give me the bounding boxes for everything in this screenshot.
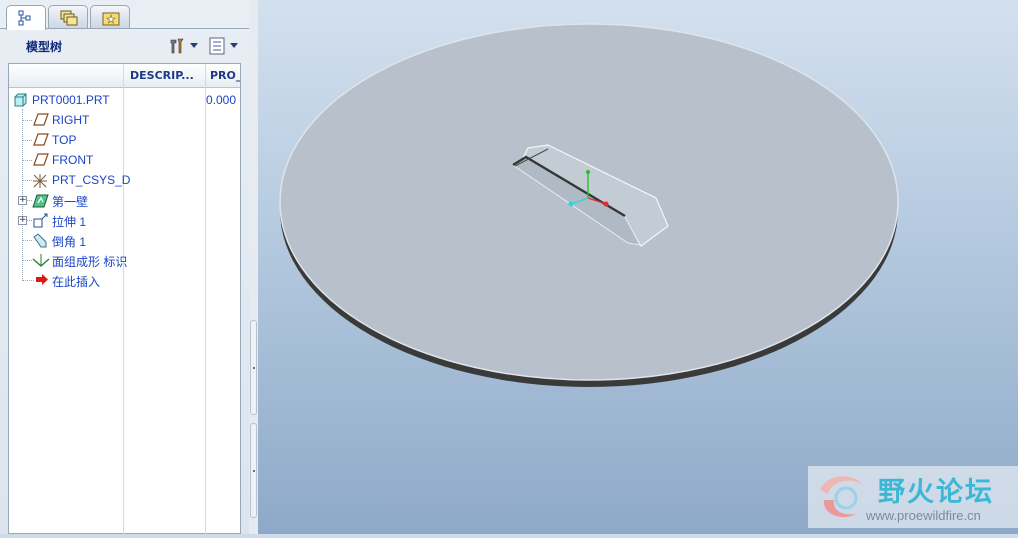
splitter-grip[interactable] — [250, 320, 257, 415]
tree-item-insert-here[interactable]: 在此插入 — [9, 270, 240, 290]
tree-item-label: 倒角 1 — [52, 235, 87, 249]
tree-connector — [22, 260, 32, 261]
model-tree-icon — [18, 10, 31, 26]
tree-item-csys[interactable]: PRT_CSYS_D — [9, 170, 240, 190]
tree-item-right[interactable]: RIGHT — [9, 110, 240, 130]
datum-plane-icon — [33, 153, 49, 166]
csys-z-dot — [568, 201, 574, 207]
datum-plane-icon — [33, 133, 49, 146]
insert-here-arrow-icon — [36, 274, 48, 285]
tree-item-front[interactable]: FRONT — [9, 150, 240, 170]
tab-layers[interactable] — [48, 5, 88, 28]
tree-item-quilt-form[interactable]: 面组成形 标识 — [9, 250, 240, 270]
csys-y-dot — [586, 170, 590, 174]
chevron-down-icon — [230, 43, 238, 48]
layers-icon — [60, 10, 78, 26]
tree-item-label: RIGHT — [52, 113, 90, 127]
tree-connector — [22, 140, 32, 141]
tree-connector — [22, 240, 32, 241]
datum-plane-icon — [33, 113, 49, 126]
tree-item-first-wall[interactable]: + 第一壁 — [9, 190, 240, 210]
watermark: 野火论坛 www.proewildfire.cn — [808, 466, 1018, 528]
tree-item-part[interactable]: PRT0001.PRT 0.000 — [9, 90, 240, 110]
csys-x-dot — [603, 201, 609, 207]
quilt-form-icon — [32, 254, 50, 267]
tree-item-label: PRT_CSYS_D — [52, 173, 131, 187]
model-tree: DESCRIP... PRO_ PRT0001.PRT 0.000 RIGHT — [8, 63, 241, 535]
tab-model-tree[interactable] — [6, 5, 46, 30]
navigator-tabs — [6, 5, 246, 30]
panel-splitter[interactable] — [249, 0, 258, 534]
expand-toggle[interactable]: + — [18, 216, 27, 225]
expand-toggle[interactable]: + — [18, 196, 27, 205]
csys-icon — [33, 174, 47, 188]
tree-filter-button[interactable] — [208, 37, 240, 55]
chevron-down-icon — [190, 43, 198, 48]
tree-item-value: 0.000 — [205, 93, 236, 107]
tab-favorites[interactable] — [90, 5, 130, 28]
model-tree-title: 模型树 — [26, 40, 63, 54]
first-wall-icon — [32, 194, 49, 208]
tree-item-label: 第一壁 — [52, 195, 89, 209]
navigator-panel: 模型树 DESCRIP... PRO_ PRT0001.PRT 0.000 RI… — [0, 0, 258, 535]
tree-item-label: TOP — [52, 133, 77, 147]
graphics-viewport[interactable] — [258, 0, 1018, 534]
part-icon — [14, 93, 27, 107]
tree-connector — [22, 120, 32, 121]
tree-item-chamfer[interactable]: 倒角 1 — [9, 230, 240, 250]
settings-tools-icon — [170, 38, 184, 54]
watermark-title: 野火论坛 — [878, 477, 994, 508]
settings-tools-button[interactable] — [168, 37, 200, 55]
chamfer-icon — [33, 233, 47, 248]
tree-item-label: FRONT — [52, 153, 94, 167]
extrude-icon — [33, 213, 48, 228]
column-header-pro[interactable]: PRO_ — [210, 69, 240, 82]
tree-connector — [22, 280, 34, 281]
model-view[interactable] — [258, 0, 1018, 534]
forum-logo-icon — [820, 476, 862, 518]
watermark-url: www.proewildfire.cn — [866, 508, 981, 523]
tree-item-label: PRT0001.PRT — [32, 93, 110, 107]
tree-item-label: 拉伸 1 — [52, 215, 87, 229]
tree-item-top[interactable]: TOP — [9, 130, 240, 150]
tree-item-label: 面组成形 标识 — [52, 255, 127, 269]
tree-filter-icon — [209, 37, 225, 55]
tree-connector — [22, 160, 32, 161]
column-header-description[interactable]: DESCRIP... — [130, 69, 200, 82]
folder-favorites-icon — [102, 12, 120, 26]
splitter-grip[interactable] — [250, 423, 257, 518]
tree-item-label: 在此插入 — [52, 275, 101, 289]
tree-item-extrude[interactable]: + 拉伸 1 — [9, 210, 240, 230]
